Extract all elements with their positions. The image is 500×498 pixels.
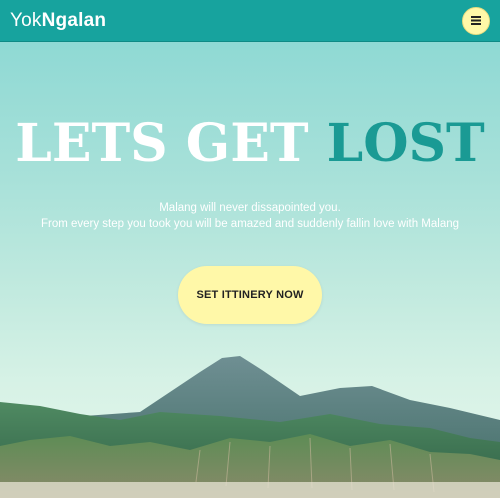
hamburger-icon	[471, 16, 481, 25]
hero-headline: LETS GET LOST	[0, 118, 500, 170]
brand-name-bold: Ngalan	[41, 9, 107, 31]
navbar: YokNgalan	[0, 0, 500, 42]
headline-white-part: LETS GET	[15, 113, 327, 174]
page: YokNgalan LETS GET LOST Malang will neve…	[0, 0, 500, 498]
brand-name-light: Yok	[10, 9, 42, 31]
tagline-line-2: From every step you took you will be ama…	[40, 218, 460, 230]
headline-teal-part: LOST	[326, 113, 485, 174]
hero-tagline: Malang will never dissapointed you. From…	[0, 200, 500, 232]
tagline-line-1: Malang will never dissapointed you.	[159, 202, 341, 214]
menu-button[interactable]	[462, 6, 490, 35]
brand-logo[interactable]: YokNgalan	[10, 10, 106, 32]
hero-section: LETS GET LOST Malang will never dissapoi…	[0, 42, 500, 498]
set-itinerary-button[interactable]: SET ITTINERY NOW	[178, 266, 322, 324]
mountain-landscape-image	[0, 356, 500, 498]
